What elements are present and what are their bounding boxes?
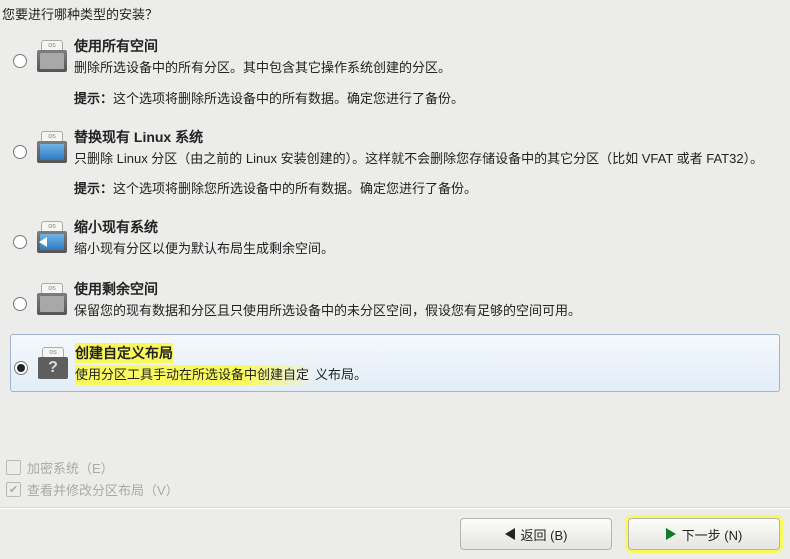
question-mark-icon: os ? [31, 339, 75, 381]
option-title: 使用所有空间 [74, 36, 770, 56]
install-type-options: os 使用所有空间 删除所选设备中的所有分区。其中包含其它操作系统创建的分区。 … [10, 28, 780, 392]
option-desc: 缩小现有分区以便为默认布局生成剩余空间。 [74, 239, 770, 259]
option-title: 使用剩余空间 [74, 279, 770, 299]
radio-custom-layout[interactable] [14, 361, 28, 375]
review-layout-checkbox: ✔ 查看并修改分区布局（V） [6, 480, 179, 499]
option-desc: 使用分区工具手动在所选设备中创建自定义布局。 [75, 365, 769, 385]
radio-shrink-system[interactable] [13, 235, 27, 249]
divider [0, 507, 790, 509]
disk-icon: os [30, 32, 74, 74]
option-custom-layout[interactable]: os ? 创建自定义布局 使用分区工具手动在所选设备中创建自定义布局。 [10, 334, 780, 392]
disk-icon: os [30, 275, 74, 317]
disk-icon: os [30, 213, 74, 255]
button-row: 返回 (B) 下一步 (N) [460, 518, 780, 550]
button-label: 下一步 (N) [682, 525, 743, 544]
arrow-right-icon [666, 528, 676, 540]
button-label: 返回 (B) [521, 525, 568, 544]
option-shrink-system[interactable]: os 缩小现有系统 缩小现有分区以便为默认布局生成剩余空间。 [10, 209, 780, 271]
radio-replace-linux[interactable] [13, 145, 27, 159]
option-title: 创建自定义布局 [75, 343, 769, 363]
radio-use-all-space[interactable] [13, 54, 27, 68]
checkbox-icon: ✔ [6, 482, 21, 497]
option-desc: 只删除 Linux 分区（由之前的 Linux 安装创建的）。这样就不会删除您存… [74, 149, 770, 169]
option-desc: 删除所选设备中的所有分区。其中包含其它操作系统创建的分区。 [74, 58, 770, 78]
disk-icon: os [30, 123, 74, 165]
option-title: 缩小现有系统 [74, 217, 770, 237]
encrypt-system-checkbox: 加密系统（E） [6, 458, 114, 477]
next-button[interactable]: 下一步 (N) [628, 518, 780, 550]
back-button[interactable]: 返回 (B) [460, 518, 612, 550]
option-use-all-space[interactable]: os 使用所有空间 删除所选设备中的所有分区。其中包含其它操作系统创建的分区。 … [10, 28, 780, 119]
radio-use-free-space[interactable] [13, 297, 27, 311]
checkbox-label: 加密系统（E） [27, 458, 114, 477]
page-title: 您要进行哪种类型的安装？ [2, 4, 158, 23]
option-use-free-space[interactable]: os 使用剩余空间 保留您的现有数据和分区且只使用所选设备中的未分区空间，假设您… [10, 271, 780, 333]
option-replace-linux[interactable]: os 替换现有 Linux 系统 只删除 Linux 分区（由之前的 Linux… [10, 119, 780, 210]
arrow-left-icon [505, 528, 515, 540]
checkbox-label: 查看并修改分区布局（V） [27, 480, 179, 499]
option-warning: 提示：这个选项将删除您所选设备中的所有数据。确定您进行了备份。 [74, 178, 770, 197]
option-desc: 保留您的现有数据和分区且只使用所选设备中的未分区空间，假设您有足够的空间可用。 [74, 301, 770, 321]
checkbox-icon [6, 460, 21, 475]
option-title: 替换现有 Linux 系统 [74, 127, 770, 147]
option-warning: 提示：这个选项将删除所选设备中的所有数据。确定您进行了备份。 [74, 88, 770, 107]
